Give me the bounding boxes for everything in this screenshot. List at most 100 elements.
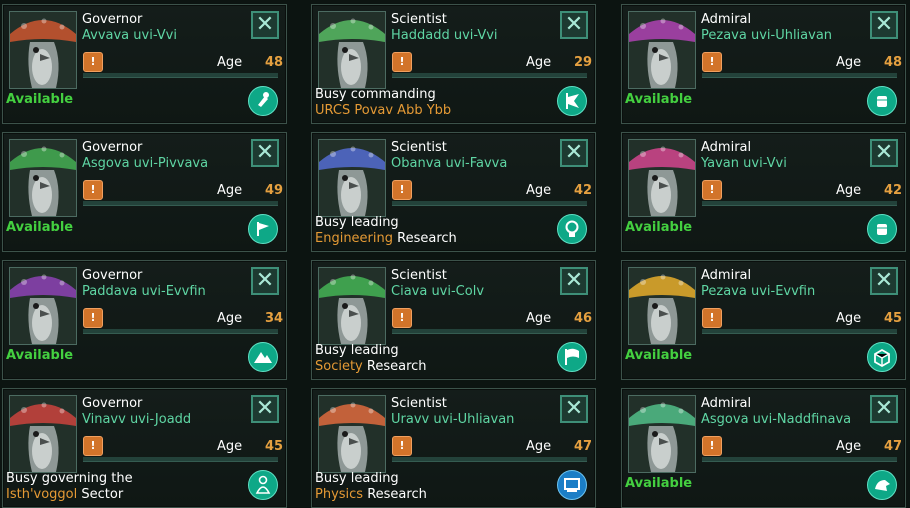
leader-card[interactable]: Governor Avvava uvi-Vvi ✕! Age 48 Available bbox=[2, 4, 287, 124]
robed-figure-icon[interactable] bbox=[248, 470, 278, 500]
age-label: Age bbox=[526, 183, 552, 198]
age-label: Age bbox=[836, 55, 862, 70]
status-rest: Sector bbox=[77, 487, 124, 502]
experience-bar bbox=[702, 73, 897, 78]
hand-spade-icon[interactable] bbox=[248, 86, 278, 116]
trait-icon[interactable]: ! bbox=[392, 308, 412, 328]
dismiss-leader-button[interactable]: ✕ bbox=[251, 139, 279, 167]
science-ship-icon[interactable] bbox=[557, 86, 587, 116]
leader-status: Busy governing the Isth'voggol Sector bbox=[6, 471, 133, 503]
lightbulb-icon[interactable] bbox=[557, 214, 587, 244]
dismiss-leader-button[interactable]: ✕ bbox=[560, 11, 588, 39]
mountains-icon[interactable] bbox=[248, 342, 278, 372]
leader-card[interactable]: Admiral Pezava uvi-Evvfin ✕! Age 45 Available bbox=[621, 260, 906, 380]
experience-bar bbox=[83, 457, 278, 462]
leader-portrait bbox=[318, 395, 386, 473]
crate-icon[interactable] bbox=[867, 342, 897, 372]
experience-bar bbox=[83, 73, 278, 78]
leader-card[interactable]: Scientist Haddadd uvi-Vvi ✕! Age 29 Busy comm… bbox=[311, 4, 596, 124]
leader-card[interactable]: Governor Paddava uvi-Evvfin ✕! Age 34 Availab… bbox=[2, 260, 287, 380]
trait-icon[interactable]: ! bbox=[83, 52, 103, 72]
leader-portrait bbox=[9, 395, 77, 473]
status-rest: Research bbox=[393, 231, 457, 246]
leader-card[interactable]: Admiral Yavan uvi-Vvi ✕! Age 42 Available bbox=[621, 132, 906, 252]
dismiss-leader-button[interactable]: ✕ bbox=[251, 395, 279, 423]
status-highlight: Society bbox=[315, 359, 363, 374]
leader-status: Available bbox=[6, 348, 73, 364]
status-available: Available bbox=[625, 348, 693, 363]
leader-status: Busy leading Society Research bbox=[315, 343, 427, 375]
dismiss-leader-button[interactable]: ✕ bbox=[251, 11, 279, 39]
dismiss-leader-button[interactable]: ✕ bbox=[870, 395, 898, 423]
fist-icon[interactable] bbox=[867, 214, 897, 244]
computer-icon[interactable] bbox=[557, 470, 587, 500]
status-highlight: URCS Povav Abb Ybb bbox=[315, 103, 452, 118]
leader-card[interactable]: Admiral Asgova uvi-Naddfinava ✕! Age 47 Avail… bbox=[621, 388, 906, 508]
leader-name: Asgova uvi-Pivvava bbox=[82, 156, 209, 171]
status-target: Society Research bbox=[315, 359, 427, 375]
status-target: Engineering Research bbox=[315, 231, 457, 247]
status-available: Available bbox=[6, 220, 74, 235]
leader-class: Governor bbox=[82, 12, 143, 27]
trait-icon[interactable]: ! bbox=[83, 180, 103, 200]
trait-icon[interactable]: ! bbox=[392, 52, 412, 72]
leader-name: Obanva uvi-Favva bbox=[391, 156, 508, 171]
leader-status: Available bbox=[6, 220, 73, 236]
leader-name: Pezava uvi-Evvfin bbox=[701, 284, 816, 299]
status-target: Physics Research bbox=[315, 487, 427, 503]
leader-name: Uravv uvi-Uhliavan bbox=[391, 412, 515, 427]
leader-card[interactable]: Scientist Ciava uvi-Colv ✕! Age 46 Busy leadi… bbox=[311, 260, 596, 380]
leader-status: Available bbox=[625, 348, 692, 364]
leader-class: Governor bbox=[82, 268, 143, 283]
trait-icon[interactable]: ! bbox=[702, 52, 722, 72]
age-value: 34 bbox=[265, 311, 284, 326]
leader-card[interactable]: Governor Vinavv uvi-Joadd ✕! Age 45 Busy gove… bbox=[2, 388, 287, 508]
age-label: Age bbox=[526, 55, 552, 70]
trait-icon[interactable]: ! bbox=[702, 308, 722, 328]
dismiss-leader-button[interactable]: ✕ bbox=[251, 267, 279, 295]
trait-icon[interactable]: ! bbox=[392, 436, 412, 456]
trait-icon[interactable]: ! bbox=[83, 308, 103, 328]
leader-status: Available bbox=[625, 92, 692, 108]
leader-name: Vinavv uvi-Joadd bbox=[82, 412, 192, 427]
age-label: Age bbox=[526, 439, 552, 454]
dismiss-leader-button[interactable]: ✕ bbox=[560, 267, 588, 295]
trait-icon[interactable]: ! bbox=[83, 436, 103, 456]
dismiss-leader-button[interactable]: ✕ bbox=[870, 11, 898, 39]
fist-icon[interactable] bbox=[867, 86, 897, 116]
society-flag-icon[interactable] bbox=[557, 342, 587, 372]
experience-bar bbox=[702, 329, 897, 334]
age-value: 47 bbox=[884, 439, 903, 454]
leader-class: Scientist bbox=[391, 268, 447, 283]
leader-status: Busy commanding URCS Povav Abb Ybb bbox=[315, 87, 451, 119]
trait-icon[interactable]: ! bbox=[702, 180, 722, 200]
trait-icon[interactable]: ! bbox=[392, 180, 412, 200]
leader-status: Busy leading Engineering Research bbox=[315, 215, 457, 247]
leader-portrait bbox=[9, 267, 77, 345]
status-available: Available bbox=[6, 92, 74, 107]
status-target: URCS Povav Abb Ybb bbox=[315, 103, 451, 119]
leader-card[interactable]: Scientist Uravv uvi-Uhliavan ✕! Age 47 Busy l… bbox=[311, 388, 596, 508]
dismiss-leader-button[interactable]: ✕ bbox=[870, 139, 898, 167]
age-label: Age bbox=[836, 183, 862, 198]
experience-bar bbox=[392, 329, 587, 334]
age-value: 48 bbox=[884, 55, 903, 70]
experience-bar bbox=[392, 457, 587, 462]
creature-head-icon[interactable] bbox=[867, 470, 897, 500]
leader-portrait bbox=[628, 11, 696, 89]
flag-icon[interactable] bbox=[248, 214, 278, 244]
status-target: Isth'voggol Sector bbox=[6, 487, 133, 503]
dismiss-leader-button[interactable]: ✕ bbox=[560, 139, 588, 167]
trait-icon[interactable]: ! bbox=[702, 436, 722, 456]
dismiss-leader-button[interactable]: ✕ bbox=[870, 267, 898, 295]
age-value: 45 bbox=[265, 439, 284, 454]
leader-class: Governor bbox=[82, 140, 143, 155]
leader-class: Admiral bbox=[701, 396, 752, 411]
dismiss-leader-button[interactable]: ✕ bbox=[560, 395, 588, 423]
leader-name: Ciava uvi-Colv bbox=[391, 284, 485, 299]
leader-class: Admiral bbox=[701, 140, 752, 155]
leader-card[interactable]: Scientist Obanva uvi-Favva ✕! Age 42 Busy lea… bbox=[311, 132, 596, 252]
age-value: 42 bbox=[574, 183, 593, 198]
leader-card[interactable]: Admiral Pezava uvi-Uhliavan ✕! Age 48 Availab… bbox=[621, 4, 906, 124]
leader-card[interactable]: Governor Asgova uvi-Pivvava ✕! Age 49 Availab… bbox=[2, 132, 287, 252]
